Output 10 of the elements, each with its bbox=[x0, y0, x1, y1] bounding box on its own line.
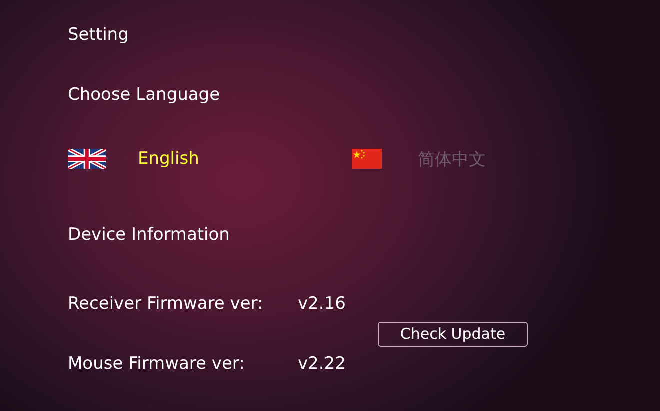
firmware-version: v2.22 bbox=[298, 354, 347, 374]
page-title: Setting bbox=[68, 24, 130, 47]
section-heading: Device Information bbox=[68, 224, 231, 247]
language-option[interactable]: English bbox=[138, 149, 200, 169]
check-update-button[interactable]: Check Update bbox=[378, 322, 528, 346]
firmware-label: Receiver Firmware ver: bbox=[68, 294, 264, 314]
firmware-version: v2.16 bbox=[298, 294, 347, 314]
uk-flag-icon bbox=[68, 149, 106, 169]
section-heading: Choose Language bbox=[68, 84, 222, 107]
firmware-label: Mouse Firmware ver: bbox=[68, 354, 246, 374]
